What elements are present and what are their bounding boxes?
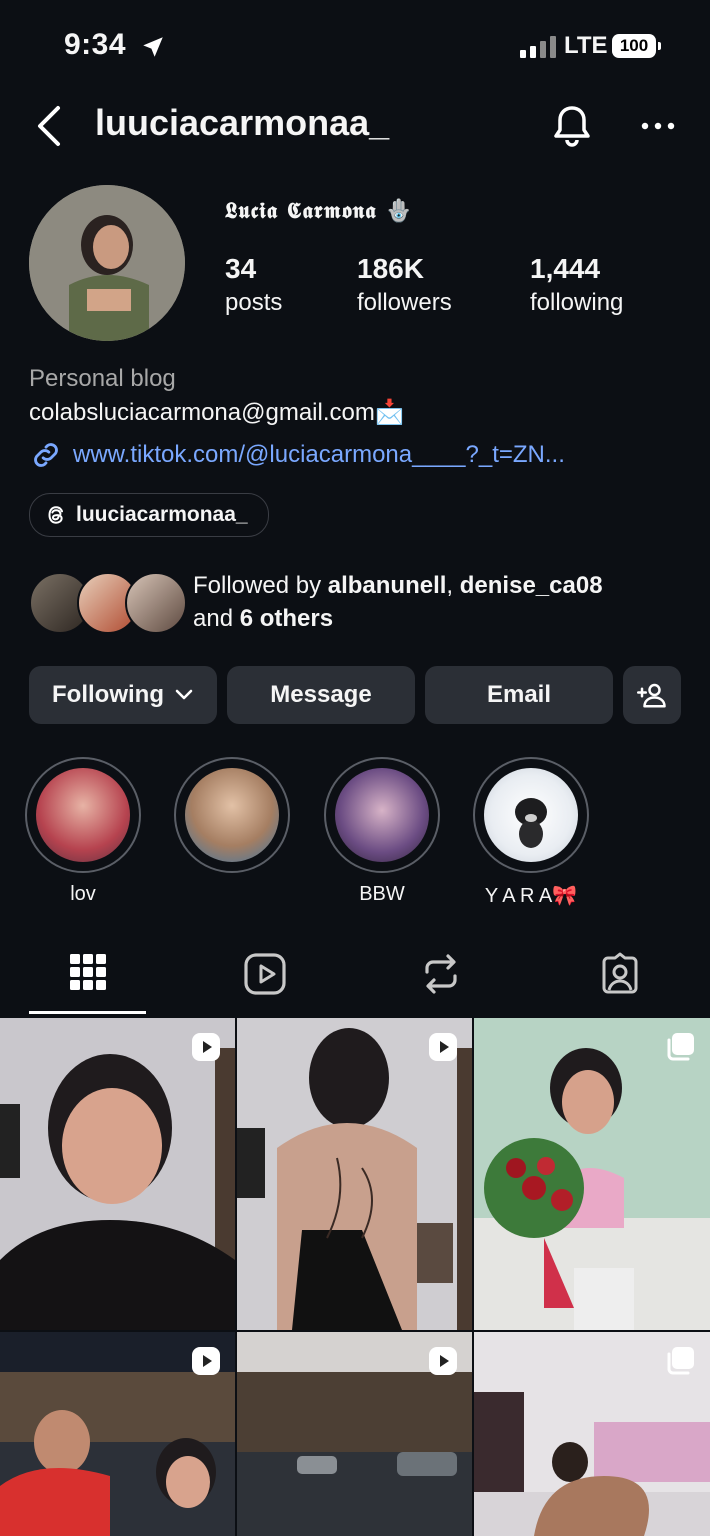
tagged-person-icon (602, 952, 638, 994)
mutual-follower-avatars[interactable] (29, 572, 187, 634)
tab-grid[interactable] (29, 952, 147, 992)
stat-posts[interactable]: 34 posts (225, 252, 282, 320)
add-user-button[interactable] (623, 666, 681, 724)
header-username: luuciacarmonaa_ (95, 102, 390, 143)
threads-badge[interactable]: luuciacarmonaa_ (29, 493, 269, 537)
post-thumbnail[interactable] (0, 1018, 235, 1330)
reel-badge-icon (192, 1033, 220, 1061)
network-type: LTE (564, 32, 608, 59)
post-thumbnail[interactable] (237, 1332, 472, 1536)
reel-badge-icon (429, 1033, 457, 1061)
display-name: 𝕷𝖚𝖈𝖎𝖆 𝕮𝖆𝖗𝖒𝖔𝖓𝖆 🪬 (225, 198, 414, 224)
more-options-icon[interactable] (640, 112, 676, 140)
highlight-item[interactable]: Y A R A🎀 (473, 757, 589, 907)
battery-icon (658, 42, 661, 50)
carousel-badge-icon (667, 1033, 694, 1061)
highlight-label: lov (70, 883, 96, 905)
highlight-cover (484, 768, 578, 862)
grid-icon (70, 954, 106, 990)
highlight-label: BBW (359, 883, 405, 905)
status-time: 9:34 (64, 28, 127, 61)
link-icon (34, 443, 58, 467)
highlight-item[interactable] (174, 757, 290, 907)
add-person-icon (637, 683, 666, 708)
repost-icon (425, 954, 457, 994)
email-button[interactable]: Email (425, 666, 613, 724)
highlight-label: Y A R A🎀 (484, 885, 578, 907)
post-thumbnail[interactable] (0, 1332, 235, 1536)
active-tab-indicator (29, 1011, 146, 1014)
highlight-item[interactable]: lov (25, 757, 141, 907)
envelope-emoji: 📩 (374, 399, 405, 426)
threads-icon (48, 506, 63, 524)
chevron-down-icon (175, 689, 193, 700)
reel-badge-icon (192, 1347, 220, 1375)
highlight-cover (335, 768, 429, 862)
avatar (125, 572, 187, 634)
reels-icon (244, 953, 286, 995)
highlight-cover (185, 768, 279, 862)
carousel-badge-icon (667, 1347, 694, 1375)
profile-avatar[interactable] (29, 185, 185, 341)
hamsa-emoji: 🪬 (385, 199, 414, 224)
stat-followers[interactable]: 186K followers (357, 252, 452, 320)
post-thumbnail[interactable] (237, 1018, 472, 1330)
bio-email: colabsluciacarmona@gmail.com📩 (29, 399, 405, 426)
highlight-item[interactable]: BBW (324, 757, 440, 907)
stat-following[interactable]: 1,444 following (530, 252, 623, 320)
location-arrow-icon (143, 37, 163, 57)
followed-by-text[interactable]: Followed by albanunell, denise_ca08 and … (193, 569, 603, 635)
profile-category: Personal blog (29, 365, 176, 392)
reel-badge-icon (429, 1347, 457, 1375)
signal-icon (520, 36, 556, 58)
back-icon[interactable] (34, 104, 66, 148)
following-button[interactable]: Following (29, 666, 217, 724)
highlight-cover (36, 768, 130, 862)
post-thumbnail[interactable] (474, 1332, 710, 1536)
tab-reels[interactable] (206, 952, 324, 996)
tab-tagged[interactable] (561, 952, 679, 996)
battery-level: 100 (612, 34, 656, 58)
post-thumbnail[interactable] (474, 1018, 710, 1330)
message-button[interactable]: Message (227, 666, 415, 724)
bell-icon[interactable] (548, 102, 596, 150)
highlight-label (174, 883, 290, 907)
tab-reposts[interactable] (382, 952, 500, 996)
profile-link[interactable]: www.tiktok.com/@luciacarmona____?_t=ZN..… (29, 438, 565, 472)
